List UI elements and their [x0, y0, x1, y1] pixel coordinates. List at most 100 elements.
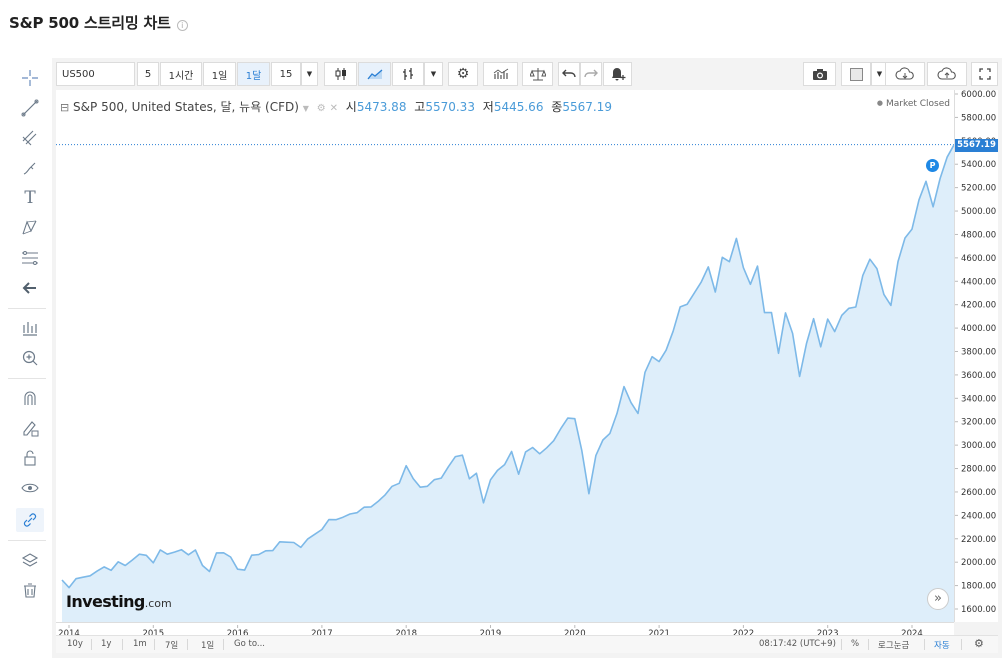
data-point [321, 528, 323, 530]
data-point [82, 576, 84, 578]
data-point [602, 439, 604, 441]
y-tick-label: 4800.00 [961, 230, 996, 240]
data-point [103, 566, 105, 568]
back-arrow-icon[interactable] [16, 276, 44, 300]
data-point [869, 258, 871, 260]
trend-line-icon[interactable] [16, 96, 44, 120]
cloud-upload-icon[interactable] [927, 62, 967, 86]
range-1m[interactable]: 1m [133, 639, 147, 649]
link-icon[interactable] [16, 508, 44, 532]
symbol-text: US500 [62, 68, 95, 80]
data-point [721, 256, 723, 258]
color-square-icon[interactable] [841, 62, 871, 86]
data-point [293, 541, 295, 543]
auto-scale-toggle[interactable]: 자동 [934, 639, 950, 651]
eye-icon[interactable] [16, 476, 44, 500]
data-point [567, 417, 569, 419]
time-axis[interactable]: 2014 2015 2016 2017 2018 2019 2020 2021 2022 2023… [56, 622, 954, 639]
data-point [496, 469, 498, 471]
trash-icon[interactable] [16, 578, 44, 602]
gear-icon[interactable]: ⚙ [974, 637, 984, 650]
crosshair-icon[interactable] [16, 66, 44, 90]
y-tick-label: 3400.00 [961, 394, 996, 404]
indicators-icon[interactable] [483, 62, 518, 86]
data-point [714, 291, 716, 293]
range-7d[interactable]: 7일 [165, 639, 178, 651]
data-point [342, 516, 344, 518]
y-tick-label: 2600.00 [961, 488, 996, 498]
layers-icon[interactable] [16, 548, 44, 572]
interval-1w-button[interactable]: 1달 [237, 62, 270, 86]
y-tick-label: 2400.00 [961, 511, 996, 521]
chart-canvas[interactable] [56, 90, 955, 622]
fullscreen-icon[interactable] [971, 62, 998, 86]
data-point [110, 569, 112, 571]
info-icon[interactable]: i [176, 20, 188, 31]
chart-type-dropdown[interactable]: ▼ [424, 62, 443, 86]
area-chart-icon[interactable] [358, 62, 391, 86]
page-title-text: S&P 500 스트리밍 차트 [9, 14, 171, 32]
settings-gear-icon[interactable]: ⚙ [448, 62, 478, 86]
zoom-in-icon[interactable] [16, 346, 44, 370]
price-axis[interactable]: 1600.00 1800.00 2000.00 2200.00 2400.00 2600.… [954, 90, 998, 622]
data-point [890, 304, 892, 306]
range-10y[interactable]: 10y [67, 639, 83, 649]
data-point [918, 199, 920, 201]
logo-main: Investing [66, 592, 145, 611]
data-point [588, 493, 590, 495]
chevron-down-icon[interactable]: ▼ [303, 104, 309, 113]
interval-1d-button[interactable]: 1일 [203, 62, 236, 86]
goto-button[interactable]: Go to... [234, 639, 265, 649]
interval-dropdown[interactable]: ▼ [301, 62, 318, 86]
y-tick-label: 5400.00 [961, 160, 996, 170]
data-point [539, 453, 541, 455]
pattern-icon[interactable] [16, 216, 44, 240]
fib-retracement-icon[interactable] [16, 246, 44, 270]
data-point [173, 551, 175, 553]
brush-icon[interactable] [16, 156, 44, 180]
close-icon[interactable]: ✕ [330, 103, 338, 114]
data-point [215, 552, 217, 554]
ohlc-bars-icon[interactable] [392, 62, 424, 86]
data-point [524, 451, 526, 453]
cloud-download-icon[interactable] [885, 62, 925, 86]
log-scale-toggle[interactable]: 로그눈금 [878, 639, 909, 651]
camera-icon[interactable] [803, 62, 836, 86]
data-point [651, 356, 653, 358]
y-tick-label: 2200.00 [961, 535, 996, 545]
interval-5-button[interactable]: 5 [137, 62, 159, 86]
percent-toggle[interactable]: % [851, 639, 859, 649]
chart-svg [56, 144, 955, 622]
interval-custom-button[interactable]: 15 [271, 62, 301, 86]
collapse-icon[interactable]: ⊟ [60, 101, 69, 114]
y-tick-label: 1800.00 [961, 582, 996, 592]
data-point [883, 293, 885, 295]
settings-icon[interactable]: ⚙ [317, 103, 326, 114]
range-1y[interactable]: 1y [101, 639, 111, 649]
lock-pencil-icon[interactable] [16, 416, 44, 440]
data-point [707, 266, 709, 268]
pitchfork-icon[interactable] [16, 126, 44, 150]
data-point [300, 546, 302, 548]
data-point [763, 311, 765, 313]
interval-1h-button[interactable]: 1시간 [160, 62, 202, 86]
magnet-icon[interactable] [16, 386, 44, 410]
lock-open-icon[interactable] [16, 446, 44, 470]
data-point [630, 401, 632, 403]
data-point [700, 281, 702, 283]
range-1d[interactable]: 1일 [201, 639, 214, 651]
symbol-input[interactable]: US500 [56, 62, 135, 86]
scroll-to-latest-button[interactable]: » [927, 588, 949, 610]
data-point [756, 265, 758, 267]
data-point [412, 477, 414, 479]
measure-icon[interactable] [16, 316, 44, 340]
y-tick-label: 5200.00 [961, 184, 996, 194]
add-alert-icon[interactable] [603, 62, 632, 86]
candlestick-icon[interactable] [324, 62, 357, 86]
p-marker[interactable]: P [926, 159, 939, 172]
redo-icon[interactable] [580, 62, 602, 86]
compare-scale-icon[interactable] [522, 62, 553, 86]
undo-icon[interactable] [558, 62, 580, 86]
text-icon[interactable]: T [16, 186, 44, 210]
y-tick-label: 3800.00 [961, 348, 996, 358]
